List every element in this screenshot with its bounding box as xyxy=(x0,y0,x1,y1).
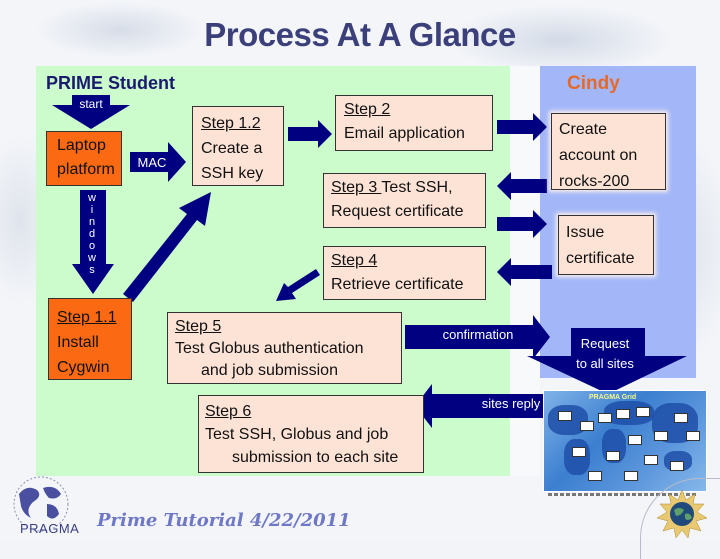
step-label: Step 2 xyxy=(344,101,391,118)
step-label: Step 3 xyxy=(331,179,382,196)
step-1-1-node: Step 1.1 Install Cygwin xyxy=(48,298,132,380)
request-label-line: Request xyxy=(580,336,630,351)
request-arrow-label: Request to all sites xyxy=(565,334,645,374)
node-line: platform xyxy=(57,161,115,178)
step-2-node: Step 2 Email application xyxy=(335,95,493,151)
step-6-node: Step 6 Test SSH, Globus and job submissi… xyxy=(198,395,424,473)
windows-letter: o xyxy=(88,240,96,252)
step-label: Step 6 xyxy=(205,403,252,420)
windows-letter: s xyxy=(89,264,95,276)
node-line: rocks-200 xyxy=(559,173,630,190)
node-line: Test SSH, xyxy=(381,179,453,196)
step4-to-step5-arrow xyxy=(276,269,320,301)
windows-letter: w xyxy=(88,192,96,204)
step-5-node: Step 5 Test Globus authentication and jo… xyxy=(167,312,402,384)
node-line: Create a xyxy=(201,140,263,157)
node-line: Cygwin xyxy=(57,359,110,376)
pragma-grid-map-image: PRAGMA Grid xyxy=(543,390,707,492)
create-account-to-step3-arrow xyxy=(497,172,547,200)
mac-arrow-label: MAC xyxy=(137,155,167,170)
node-line: Install xyxy=(57,334,99,351)
windows-letter: n xyxy=(88,216,96,228)
issue-cert-to-step4-arrow xyxy=(497,258,552,286)
page-title: Process At A Glance xyxy=(204,16,516,53)
step3-to-issue-cert-arrow xyxy=(497,210,547,238)
step-1-2-node: Step 1.2 Create a SSH key xyxy=(192,106,284,186)
email-to-create-account-arrow xyxy=(497,113,547,141)
sites-reply-arrow-label: sites reply xyxy=(481,396,541,411)
node-line: SSH key xyxy=(201,165,264,182)
node-line: Request certificate xyxy=(331,203,464,220)
windows-letter: i xyxy=(90,204,94,216)
step-label: Step 1.2 xyxy=(201,115,261,132)
windows-letter: d xyxy=(88,228,96,240)
create-account-node: Create account on rocks-200 xyxy=(551,113,666,190)
step-label: Step 1.1 xyxy=(57,309,117,326)
windows-letter: w xyxy=(88,252,96,264)
step-label: Step 5 xyxy=(175,318,222,335)
node-line: Test Globus authentication xyxy=(175,340,364,357)
node-line: account on xyxy=(559,147,638,164)
pragma-logo-text: PRAGMA xyxy=(20,521,80,536)
laptop-platform-node: Laptop platform xyxy=(46,131,122,186)
footer-text: Prime Tutorial 4/22/2011 xyxy=(97,510,351,531)
cindy-panel-label: Cindy xyxy=(567,73,620,94)
windows-arrow-label: w i n d o w s xyxy=(82,192,102,276)
node-line: Issue xyxy=(566,224,605,241)
issue-certificate-node: Issue certificate xyxy=(558,215,654,275)
node-line: Email application xyxy=(344,125,465,142)
node-line: Test SSH, Globus and job xyxy=(205,426,389,443)
node-line: Create xyxy=(559,121,608,138)
step-label: Step 4 xyxy=(331,252,378,269)
cygwin-to-ssh-arrow xyxy=(123,192,211,302)
student-panel-label: PRIME Student xyxy=(46,73,175,93)
node-line: Retrieve certificate xyxy=(331,276,464,293)
globe-emblem-icon xyxy=(657,490,707,538)
step-4-node: Step 4 Retrieve certificate xyxy=(323,246,486,300)
node-line: submission to each site xyxy=(232,449,399,466)
request-label-line: to all sites xyxy=(576,356,634,371)
node-line: Laptop xyxy=(57,137,106,154)
start-arrow-label: start xyxy=(79,97,103,111)
map-title: PRAGMA Grid xyxy=(589,394,637,401)
confirmation-arrow-label: confirmation xyxy=(442,327,514,342)
step-3-node: Step 3 Test SSH, Request certificate xyxy=(323,173,486,228)
node-line: and job submission xyxy=(201,362,338,379)
node-line: certificate xyxy=(566,250,635,267)
ssh-to-email-arrow xyxy=(288,120,332,148)
